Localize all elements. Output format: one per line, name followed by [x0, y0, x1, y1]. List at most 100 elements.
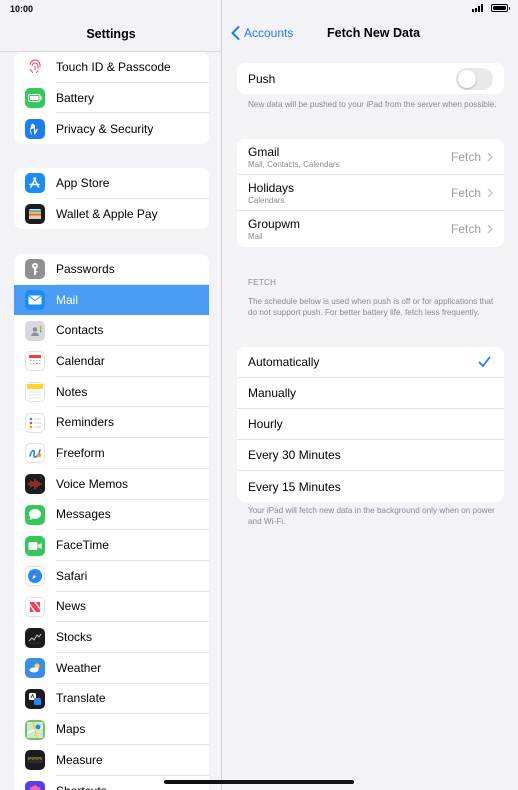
maps-icon — [25, 719, 45, 740]
account-name: Gmail — [248, 144, 280, 159]
account-services: Calendars — [248, 195, 285, 205]
contacts-icon — [25, 320, 45, 341]
translate-icon — [25, 688, 45, 709]
app-store-icon — [25, 173, 45, 194]
checkmark-icon — [478, 356, 491, 367]
fetch-section-header: FETCH — [248, 278, 277, 287]
sidebar-item-reminders[interactable]: Reminders — [14, 407, 209, 439]
sidebar-item-safari[interactable]: Safari — [14, 561, 209, 592]
account-services: Mail — [248, 232, 263, 241]
sidebar-item-label: Calendar — [56, 346, 209, 377]
calendar-icon — [25, 351, 45, 372]
account-services: Mail, Contacts, Calendars — [248, 159, 340, 169]
back-button-label: Accounts — [244, 26, 294, 40]
schedule-option-label: Manually — [248, 386, 297, 400]
sidebar-item-translate[interactable]: Translate — [14, 684, 209, 715]
schedule-option-every-30-minutes[interactable]: Every 30 Minutes — [237, 440, 504, 471]
sidebar-item-messages[interactable]: Messages — [14, 500, 209, 531]
freeform-icon — [25, 443, 45, 464]
sidebar-item-label: Translate — [56, 684, 209, 715]
account-row-groupwm[interactable]: Groupwm Mail Fetch — [237, 211, 504, 247]
schedule-option-automatically[interactable]: Automatically — [237, 347, 504, 378]
reminders-icon — [25, 412, 45, 433]
sidebar-item-label: Wallet & Apple Pay — [56, 207, 158, 222]
schedule-option-label: Hourly — [248, 417, 283, 431]
account-name: Groupwm — [248, 217, 301, 231]
settings-sidebar[interactable]: Settings Touch ID & Passcode Battery Pri… — [0, 0, 222, 790]
sidebar-item-weather[interactable]: Weather — [14, 653, 209, 684]
sidebar-group-store: App Store Wallet & Apple Pay — [14, 168, 209, 230]
sidebar-item-voice-memos[interactable]: Voice Memos — [14, 469, 209, 500]
sidebar-item-label: Contacts — [56, 315, 209, 347]
sidebar-item-mail[interactable]: Mail — [14, 284, 209, 316]
hand-icon — [25, 118, 45, 139]
key-icon — [25, 259, 45, 280]
sidebar-item-label: Notes — [56, 377, 209, 408]
stocks-icon — [25, 627, 45, 648]
sidebar-item-stocks[interactable]: Stocks — [14, 622, 209, 653]
sidebar-item-contacts[interactable]: Contacts — [14, 315, 209, 347]
sidebar-item-app-store[interactable]: App Store — [14, 168, 209, 199]
account-row-gmail[interactable]: Gmail Mail, Contacts, Calendars Fetch — [237, 139, 504, 175]
sidebar-item-passwords[interactable]: Passwords — [14, 254, 209, 285]
push-row: Push — [237, 63, 504, 94]
sidebar-item-battery[interactable]: Battery — [14, 83, 209, 114]
sidebar-item-wallet[interactable]: Wallet & Apple Pay — [14, 199, 209, 230]
sidebar-item-label: Maps — [56, 714, 209, 745]
facetime-icon — [25, 535, 45, 556]
schedule-option-label: Every 30 Minutes — [248, 448, 341, 462]
signal-icon — [472, 4, 483, 12]
push-toggle[interactable] — [456, 67, 493, 90]
sidebar-item-notes[interactable]: Notes — [14, 377, 209, 408]
account-row-holidays[interactable]: Holidays Calendars Fetch — [237, 175, 504, 211]
sidebar-item-label: Privacy & Security — [56, 121, 154, 136]
push-note: New data will be pushed to your iPad fro… — [248, 100, 497, 109]
chevron-right-icon — [487, 152, 493, 161]
fetch-new-data-pane: Accounts Fetch New Data Push New data wi… — [223, 0, 518, 790]
voice-memos-icon — [25, 474, 45, 495]
sidebar-header: Settings — [0, 18, 221, 52]
back-button[interactable]: Accounts — [231, 26, 293, 40]
sidebar-item-facetime[interactable]: FaceTime — [14, 530, 209, 561]
sidebar-item-maps[interactable]: Maps — [14, 714, 209, 745]
sidebar-item-label: Messages — [56, 500, 209, 531]
sidebar-item-label: News — [56, 592, 209, 623]
sidebar-item-privacy[interactable]: Privacy & Security — [14, 113, 209, 144]
sidebar-item-label: Battery — [56, 83, 209, 114]
sidebar-item-news[interactable]: News — [14, 592, 209, 623]
schedule-option-every-15-minutes[interactable]: Every 15 Minutes — [237, 471, 504, 502]
sidebar-item-calendar[interactable]: Calendar — [14, 346, 209, 377]
sidebar-item-label: Safari — [56, 561, 209, 592]
home-indicator[interactable] — [164, 780, 354, 784]
fetch-schedule-card: Automatically Manually Hourly Every 30 M… — [237, 347, 504, 502]
push-card: Push — [237, 63, 504, 94]
chevron-right-icon — [487, 224, 493, 234]
sidebar-group-security: Touch ID & Passcode Battery Privacy & Se… — [14, 52, 209, 145]
measure-icon — [25, 750, 45, 771]
schedule-option-manually[interactable]: Manually — [237, 378, 504, 409]
page-title: Fetch New Data — [327, 26, 421, 40]
sidebar-item-measure[interactable]: Measure — [14, 745, 209, 776]
schedule-note: Your iPad will fetch new data in the bac… — [248, 506, 495, 526]
mail-icon — [25, 290, 45, 311]
accounts-card: Gmail Mail, Contacts, Calendars Fetch Ho… — [237, 139, 504, 247]
sidebar-item-label: Passwords — [56, 254, 209, 285]
schedule-option-label: Every 15 Minutes — [248, 479, 341, 494]
sidebar-item-label: Voice Memos — [56, 469, 209, 500]
account-name: Holidays — [248, 180, 295, 195]
status-icons — [472, 4, 510, 12]
sidebar-item-touch-id[interactable]: Touch ID & Passcode — [14, 52, 209, 83]
sidebar-item-label: App Store — [56, 168, 209, 199]
toggle-knob — [458, 69, 476, 88]
sidebar-item-label: FaceTime — [56, 530, 209, 561]
news-icon — [25, 596, 45, 617]
messages-icon — [25, 504, 45, 525]
schedule-option-label: Automatically — [248, 355, 320, 369]
wallet-icon — [25, 204, 45, 225]
account-fetch-value: Fetch — [450, 222, 481, 236]
schedule-option-hourly[interactable]: Hourly — [237, 409, 504, 440]
sidebar-item-label: Freeform — [56, 438, 209, 469]
sidebar-title: Settings — [86, 27, 136, 41]
sidebar-item-freeform[interactable]: Freeform — [14, 438, 209, 469]
touch-id-icon — [25, 57, 45, 78]
